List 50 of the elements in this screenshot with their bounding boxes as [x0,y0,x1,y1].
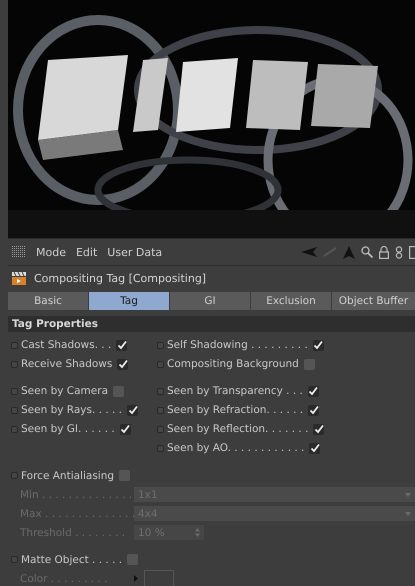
menu-item[interactable]: User Data [107,246,162,258]
window-icon[interactable] [409,246,415,258]
option-label: Self Shadowing . . . . . . . . . [167,339,308,352]
link-icon[interactable] [395,246,403,258]
checkbox[interactable] [304,358,315,370]
option-label: Compositing Background [167,358,299,370]
checkbox[interactable] [309,442,320,454]
tab[interactable]: GI [170,292,250,310]
expand-arrow-icon[interactable] [134,575,138,582]
tab[interactable]: Object Buffer [332,292,415,310]
option-label: Seen by Refraction. . . . . . [167,404,304,416]
checkbox[interactable] [119,470,130,481]
checkbox[interactable] [116,340,128,351]
caret-icon [405,512,411,516]
checkbox[interactable] [117,358,128,370]
grip-icon[interactable] [12,246,26,258]
menu-item[interactable]: Mode [36,246,66,258]
section-header: Tag Properties [8,316,415,332]
tab[interactable]: Basic [8,292,88,310]
option-label: Cast Shadows. . . [21,339,112,352]
option-label: Receive Shadows [21,358,112,370]
color-swatch[interactable] [144,570,174,586]
search-icon[interactable] [361,246,373,258]
option-label: Seen by AO. . . . . . . . . . . . [167,442,304,454]
option-label: Seen by Transparency . . . [167,385,303,398]
checkbox[interactable] [313,424,324,435]
up-arrow-icon[interactable] [343,246,355,258]
lock-icon[interactable] [379,246,389,258]
spinner-icon [195,528,200,537]
option-label: Force Antialiasing [21,470,114,482]
option-label: Seen by Camera [21,385,108,398]
checkbox[interactable] [308,386,319,397]
checkbox[interactable] [120,424,131,435]
clapperboard-icon [12,272,26,284]
back-arrow-icon[interactable] [301,247,317,257]
checkbox[interactable] [113,386,124,397]
option-label: Seen by Reflection. . . . . . . [167,423,308,436]
slash-icon[interactable] [323,247,337,257]
caret-icon [405,492,411,496]
checkbox[interactable] [308,404,320,416]
menu-item[interactable]: Edit [76,246,98,258]
checkbox[interactable] [127,554,138,565]
option-label: Matte Object . . . . . [21,554,122,566]
tab[interactable]: Tag [89,292,169,310]
option-label: Seen by GI. . . . . . [21,423,115,436]
checkbox[interactable] [312,340,324,351]
option-label: Seen by Rays. . . . . [21,404,122,416]
tab[interactable]: Exclusion [251,292,331,310]
checkbox[interactable] [127,404,138,416]
object-title: Compositing Tag [Compositing] [34,272,206,284]
